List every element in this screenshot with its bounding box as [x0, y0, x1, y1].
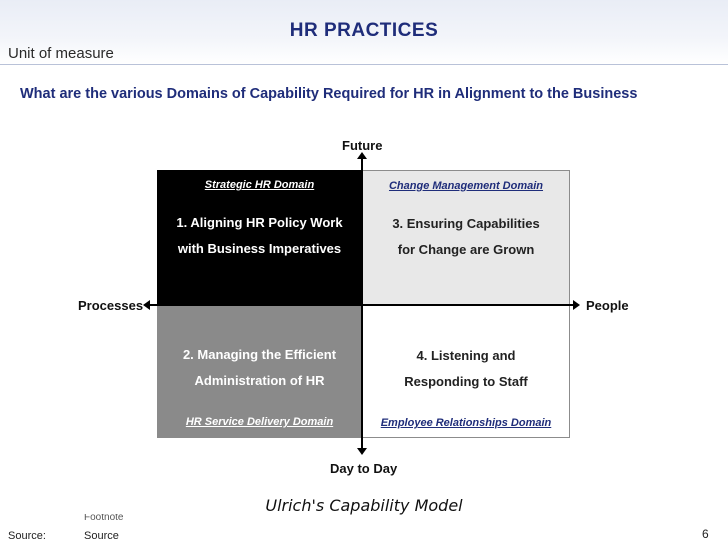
horizontal-axis [150, 304, 574, 306]
capability-line: 4. Listening and [416, 348, 516, 363]
slide-title: HR PRACTICES [289, 20, 439, 41]
arrow-right-icon [573, 300, 580, 310]
capability-line: Administration of HR [194, 373, 325, 388]
quadrant-domain-label: Change Management Domain [388, 180, 544, 192]
quadrant-domain-label: Employee Relationships Domain [380, 417, 552, 429]
quadrant-capability: 3. Ensuring Capabilities for Change are … [363, 211, 569, 263]
source-text: Source [84, 530, 119, 542]
arrow-left-icon [143, 300, 150, 310]
capability-line: for Change are Grown [397, 242, 535, 257]
axis-label-day-to-day: Day to Day [330, 461, 398, 476]
quadrant-strategic-hr: Strategic HR Domain 1. Aligning HR Polic… [157, 170, 362, 305]
quadrant-change-management: Change Management Domain 3. Ensuring Cap… [362, 170, 570, 305]
slide-question: What are the various Domains of Capabili… [20, 86, 638, 102]
capability-line: with Business Imperatives [177, 241, 342, 256]
axis-label-processes: Processes [78, 298, 144, 313]
axis-label-future: Future [342, 138, 383, 153]
quadrant-domain-label: HR Service Delivery Domain [185, 416, 334, 428]
header-divider [0, 64, 728, 65]
axis-label-people: People [586, 298, 629, 313]
model-caption: Ulrich's Capability Model [265, 496, 463, 515]
capability-line: Responding to Staff [404, 374, 528, 389]
quadrant-capability: 1. Aligning HR Policy Work with Business… [157, 210, 362, 262]
quadrant-domain-label: Strategic HR Domain [204, 179, 315, 191]
capability-line: 2. Managing the Efficient [182, 347, 337, 362]
unit-of-measure: Unit of measure [8, 45, 114, 62]
capability-line: 3. Ensuring Capabilities [392, 216, 540, 231]
quadrant-capability: 2. Managing the Efficient Administration… [157, 342, 362, 394]
page-number: 6 [702, 527, 709, 541]
arrow-down-icon [357, 448, 367, 455]
quadrant-capability: 4. Listening and Responding to Staff [363, 343, 569, 395]
capability-line: 1. Aligning HR Policy Work [176, 215, 343, 230]
footnote: Footnote [84, 514, 124, 521]
arrow-up-icon [357, 152, 367, 159]
source-label: Source: [8, 530, 46, 542]
quadrant-hr-service-delivery: 2. Managing the Efficient Administration… [157, 305, 362, 438]
vertical-axis [361, 156, 363, 450]
quadrant-employee-relationships: 4. Listening and Responding to Staff Emp… [362, 305, 570, 438]
